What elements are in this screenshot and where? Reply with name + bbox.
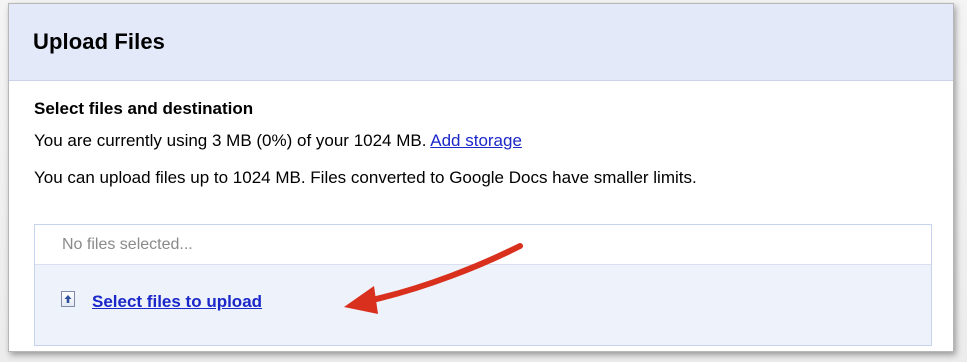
selected-files-field[interactable]: No files selected...: [35, 225, 931, 265]
select-files-to-upload-link[interactable]: Select files to upload: [92, 292, 262, 312]
upload-panel: No files selected... Select files to upl…: [34, 224, 932, 346]
storage-usage-text: You are currently using 3 MB (0%) of you…: [34, 131, 427, 150]
select-files-row[interactable]: Select files to upload: [61, 289, 262, 315]
section-heading: Select files and destination: [34, 99, 254, 118]
storage-usage-line: You are currently using 3 MB (0%) of you…: [34, 130, 953, 152]
upload-files-dialog: Upload Files Select files and destinatio…: [8, 3, 954, 352]
dialog-body: Select files and destination You are cur…: [9, 81, 953, 189]
file-field-placeholder: No files selected...: [62, 235, 193, 253]
dialog-title: Upload Files: [33, 29, 165, 54]
dialog-header: Upload Files: [9, 4, 953, 81]
upload-arrow-icon[interactable]: [61, 291, 75, 307]
screenshot-canvas: Upload Files Select files and destinatio…: [0, 0, 967, 362]
upload-limit-text: You can upload files up to 1024 MB. File…: [34, 168, 697, 187]
add-storage-link[interactable]: Add storage: [430, 131, 522, 150]
